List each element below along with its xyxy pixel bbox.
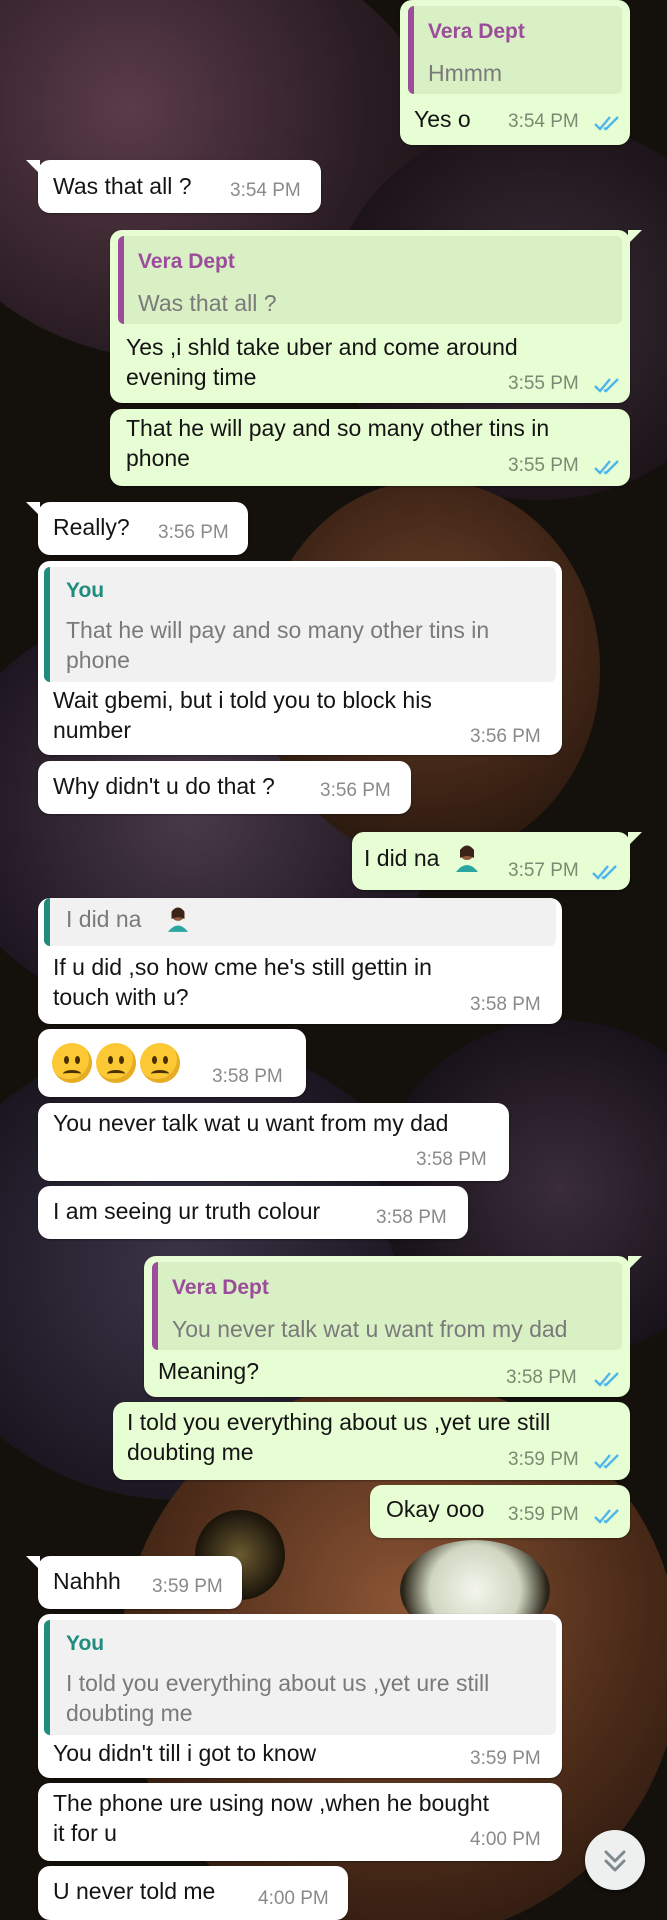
message-text: Really? (53, 514, 130, 540)
message-timestamp: 3:58 PM (470, 994, 541, 1015)
message-text-line-2: number (53, 717, 131, 743)
person-tipping-hand-emoji (456, 845, 478, 872)
message-text: Yes o (414, 106, 471, 132)
message-text-line-1: Yes ,i shld take uber and come around (126, 334, 518, 360)
message-bubble-incoming[interactable]: You That he will pay and so many other t… (38, 561, 562, 755)
confused-face-emoji (96, 1043, 136, 1083)
quoted-message[interactable]: Vera Dept You never talk wat u want from… (152, 1262, 622, 1350)
message-timestamp: 4:00 PM (258, 1888, 329, 1909)
scroll-to-bottom-button[interactable] (585, 1830, 645, 1890)
message-timestamp: 3:58 PM (376, 1207, 447, 1228)
quoted-sender-name: Vera Dept (428, 20, 525, 43)
message-bubble-outgoing[interactable]: I told you everything about us ,yet ure … (113, 1402, 630, 1480)
message-timestamp: 3:55 PM (508, 373, 579, 394)
message-text-line-2: evening time (126, 364, 257, 390)
quoted-sender-name: You (66, 1632, 105, 1655)
double-check-icon (594, 460, 619, 475)
message-bubble-outgoing[interactable]: Vera Dept Was that all ? Yes ,i shld tak… (110, 230, 642, 403)
message-bubble-incoming[interactable]: Was that all ? 3:54 PM (26, 160, 321, 213)
message-text: U never told me (53, 1878, 216, 1904)
message-text: I did na (364, 845, 440, 871)
quoted-message[interactable]: Vera Dept Was that all ? (118, 236, 622, 324)
message-text: I am seeing ur truth colour (53, 1198, 321, 1224)
message-bubble-incoming[interactable]: I am seeing ur truth colour 3:58 PM (38, 1186, 468, 1239)
quoted-text-line-2: phone (66, 647, 130, 673)
quoted-text: Was that all ? (138, 290, 277, 316)
message-bubble-incoming[interactable]: The phone ure using now ,when he bought … (38, 1783, 562, 1861)
message-timestamp: 3:55 PM (508, 455, 579, 476)
double-check-icon (592, 865, 617, 880)
message-text: Why didn't u do that ? (53, 773, 275, 799)
message-bubble-incoming[interactable]: 3:58 PM (38, 1029, 306, 1097)
message-timestamp: 3:56 PM (470, 726, 541, 747)
message-text-line-1: The phone ure using now ,when he bought (53, 1790, 490, 1816)
message-bubble-incoming[interactable]: I did na If u did ,so how cme he's still… (38, 898, 562, 1024)
double-check-icon (594, 1454, 619, 1469)
message-text-line-1: Wait gbemi, but i told you to block his (53, 687, 432, 713)
message-bubble-outgoing[interactable]: I did na 3:57 PM (352, 832, 642, 890)
quoted-message[interactable]: You That he will pay and so many other t… (44, 567, 556, 682)
quoted-text: Hmmm (428, 60, 503, 86)
quoted-sender-name: Vera Dept (172, 1276, 269, 1299)
message-bubble-outgoing[interactable]: Vera Dept Hmmm Yes o 3:54 PM (400, 0, 630, 145)
message-timestamp: 3:59 PM (470, 1748, 541, 1769)
message-timestamp: 3:59 PM (508, 1504, 579, 1525)
message-timestamp: 3:54 PM (230, 180, 301, 201)
double-check-icon (594, 116, 619, 131)
message-bubble-incoming[interactable]: U never told me 4:00 PM (38, 1866, 348, 1920)
quoted-message[interactable]: I did na (44, 898, 556, 946)
message-text: Nahhh (53, 1568, 121, 1594)
quoted-text-line-2: doubting me (66, 1700, 193, 1726)
message-timestamp: 3:58 PM (506, 1367, 577, 1388)
message-bubble-incoming[interactable]: Really? 3:56 PM (26, 502, 248, 555)
quoted-text-line-1: I told you everything about us ,yet ure … (66, 1670, 490, 1696)
message-timestamp: 3:59 PM (508, 1449, 579, 1470)
message-text-line-2: phone (126, 445, 190, 471)
double-check-icon (594, 1509, 619, 1524)
confused-face-emoji (52, 1043, 92, 1083)
double-check-icon (594, 1372, 619, 1387)
message-bubble-incoming[interactable]: Why didn't u do that ? 3:56 PM (38, 761, 411, 814)
message-text-line-2: touch with u? (53, 984, 189, 1010)
message-timestamp: 3:59 PM (152, 1576, 223, 1597)
message-bubble-incoming[interactable]: You I told you everything about us ,yet … (38, 1614, 562, 1778)
message-timestamp: 3:54 PM (508, 111, 579, 132)
message-text-line-1: That he will pay and so many other tins … (126, 415, 550, 441)
quoted-message[interactable]: You I told you everything about us ,yet … (44, 1620, 556, 1735)
message-text: Was that all ? (53, 173, 192, 199)
double-chevron-down-icon (604, 1850, 626, 1872)
quoted-text: You never talk wat u want from my dad (172, 1316, 568, 1342)
message-text: Meaning? (158, 1358, 260, 1384)
person-tipping-hand-emoji (167, 907, 189, 932)
message-bubble-outgoing[interactable]: That he will pay and so many other tins … (110, 409, 630, 486)
quoted-message[interactable]: Vera Dept Hmmm (408, 6, 622, 94)
message-bubble-incoming[interactable]: You never talk wat u want from my dad 3:… (38, 1103, 509, 1181)
confused-face-emoji (140, 1043, 180, 1083)
message-timestamp: 3:58 PM (212, 1066, 283, 1087)
double-check-icon (594, 378, 619, 393)
message-timestamp: 3:58 PM (416, 1149, 487, 1170)
message-timestamp: 3:57 PM (508, 860, 579, 881)
quoted-text-line-1: That he will pay and so many other tins … (66, 617, 490, 643)
message-text: You never talk wat u want from my dad (53, 1110, 449, 1136)
message-text: Okay ooo (386, 1496, 485, 1522)
message-bubble-incoming[interactable]: Nahhh 3:59 PM (26, 1556, 242, 1609)
message-timestamp: 4:00 PM (470, 1829, 541, 1850)
message-text-line-2: it for u (53, 1820, 117, 1846)
message-text-line-2: doubting me (127, 1439, 254, 1465)
quoted-text: I did na (66, 906, 142, 932)
message-bubble-outgoing[interactable]: Okay ooo 3:59 PM (370, 1485, 630, 1538)
message-text: You didn't till i got to know (53, 1740, 317, 1766)
quoted-sender-name: You (66, 579, 105, 602)
message-text-line-1: I told you everything about us ,yet ure … (127, 1409, 551, 1435)
message-timestamp: 3:56 PM (158, 522, 229, 543)
message-timestamp: 3:56 PM (320, 780, 391, 801)
message-text-line-1: If u did ,so how cme he's still gettin i… (53, 954, 432, 980)
message-bubble-outgoing[interactable]: Vera Dept You never talk wat u want from… (144, 1256, 642, 1397)
quoted-sender-name: Vera Dept (138, 250, 235, 273)
